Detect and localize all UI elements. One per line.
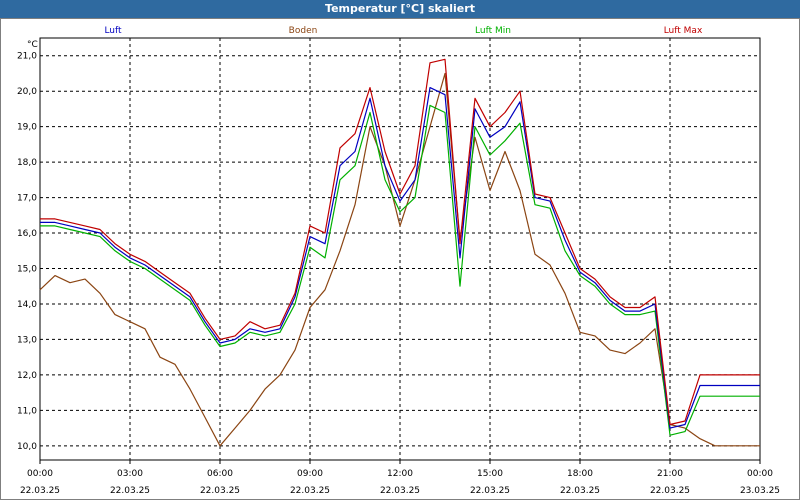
legend-item-luft-min: Luft Min bbox=[475, 26, 511, 36]
y-tick-label: 19,0 bbox=[17, 123, 37, 133]
x-tick-date: 22.03.25 bbox=[650, 486, 690, 496]
legend-item-luft: Luft bbox=[104, 26, 122, 36]
x-tick-date: 22.03.25 bbox=[110, 486, 150, 496]
x-tick-date: 22.03.25 bbox=[560, 486, 600, 496]
x-tick-time: 00:00 bbox=[747, 469, 773, 479]
x-tick-date: 22.03.25 bbox=[290, 486, 330, 496]
x-tick-date: 22.03.25 bbox=[200, 486, 240, 496]
y-axis-label: °C bbox=[27, 40, 38, 50]
y-tick-label: 16,0 bbox=[17, 229, 37, 239]
y-tick-label: 12,0 bbox=[17, 371, 37, 381]
y-tick-label: 11,0 bbox=[17, 406, 37, 416]
legend-item-luft-max: Luft Max bbox=[664, 26, 703, 36]
y-tick-labels: 10,0 11,0 12,0 13,0 14,0 15,0 16,0 17,0 18,0 19,0… bbox=[17, 52, 37, 452]
x-tick-labels: 00:00 22.03.25 03:00 22.03.25 06:00 22.03.25 0… bbox=[20, 469, 780, 496]
y-tick-label: 21,0 bbox=[17, 52, 37, 62]
x-tick-date: 22.03.25 bbox=[380, 486, 420, 496]
series-line-luft bbox=[40, 86, 760, 429]
y-tick-label: 20,0 bbox=[17, 87, 37, 97]
grid-lines bbox=[40, 38, 760, 460]
x-tick-date: 22.03.25 bbox=[470, 486, 510, 496]
x-tick-time: 15:00 bbox=[477, 469, 503, 479]
x-tick-time: 00:00 bbox=[27, 469, 53, 479]
x-tick-time: 18:00 bbox=[567, 469, 593, 479]
x-tick-time: 03:00 bbox=[117, 469, 143, 479]
y-tick-label: 18,0 bbox=[17, 158, 37, 168]
y-tick-label: 15,0 bbox=[17, 265, 37, 275]
y-tick-label: 17,0 bbox=[17, 194, 37, 204]
x-tick-date: 23.03.25 bbox=[740, 486, 780, 496]
x-tick-time: 12:00 bbox=[387, 469, 413, 479]
x-tick-time: 09:00 bbox=[297, 469, 323, 479]
x-tick-date: 22.03.25 bbox=[20, 486, 60, 496]
x-tick-time: 21:00 bbox=[657, 469, 683, 479]
legend-item-boden: Boden bbox=[289, 26, 318, 36]
temperature-chart: 10,0 11,0 12,0 13,0 14,0 15,0 16,0 17,0 18,0 19,0… bbox=[17, 26, 780, 496]
y-tick-label: 10,0 bbox=[17, 442, 37, 452]
y-tick-label: 13,0 bbox=[17, 335, 37, 345]
x-tick-time: 06:00 bbox=[207, 469, 233, 479]
y-tick-label: 14,0 bbox=[17, 300, 37, 310]
legend: Luft Boden Luft Min Luft Max bbox=[104, 26, 703, 36]
